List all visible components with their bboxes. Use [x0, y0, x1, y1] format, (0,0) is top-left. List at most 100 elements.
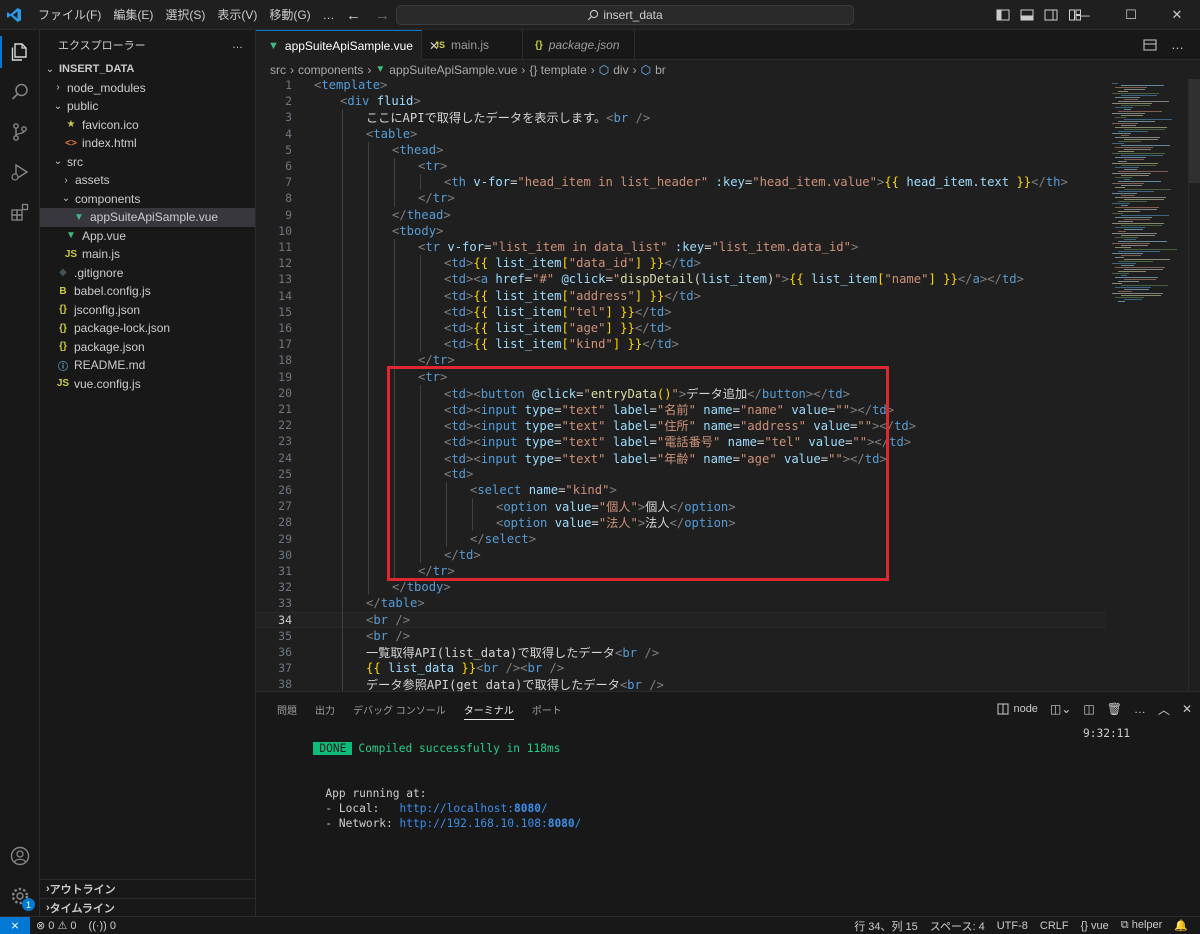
tree-item-public[interactable]: ⌄ public — [40, 97, 255, 116]
problems-status[interactable]: ⊗ 0 ⚠ 0 — [30, 919, 83, 932]
code-line[interactable]: 1 <template> — [256, 79, 1106, 93]
breadcrumb-br[interactable]: br — [655, 63, 666, 77]
breadcrumb-src[interactable]: src — [270, 63, 286, 77]
toggle-secondary-sidebar-icon[interactable] — [1044, 8, 1058, 22]
extensions-icon[interactable] — [0, 192, 40, 232]
tree-item-package-lock-json[interactable]: {} package-lock.json — [40, 319, 255, 338]
breadcrumb-div[interactable]: div — [613, 63, 628, 77]
tab-debug-console[interactable]: デバッグ コンソール — [344, 692, 455, 726]
toggle-sidebar-icon[interactable] — [996, 8, 1010, 22]
command-center-search[interactable]: insert_data — [396, 5, 854, 25]
tab-main-js[interactable]: JS main.js — [422, 30, 523, 60]
split-editor-icon[interactable] — [1143, 38, 1157, 52]
split-terminal-icon[interactable]: ◫ — [1083, 702, 1094, 716]
minimize-icon[interactable]: ─ — [1062, 0, 1108, 30]
tab-terminal[interactable]: ターミナル — [455, 692, 523, 726]
indentation[interactable]: スペース: 4 — [924, 918, 991, 934]
language-mode[interactable]: {} vue — [1075, 920, 1115, 932]
breadcrumb-template[interactable]: {} template — [529, 63, 586, 77]
manage-gear-icon[interactable]: 1 — [0, 876, 40, 916]
editor-scrollbar[interactable] — [1188, 79, 1200, 691]
more-actions-icon[interactable]: … — [1171, 37, 1184, 52]
code-line[interactable]: 7 <th v-for="head_item in list_header" :k… — [256, 174, 1106, 190]
code-line[interactable]: 15 <td>{{ list_item["tel"] }}</td> — [256, 304, 1106, 320]
code-line[interactable]: 6 <tr> — [256, 158, 1106, 174]
bell-icon[interactable]: 🔔 — [1168, 919, 1194, 932]
code-line[interactable]: 38 データ参照API(get_data)で取得したデータ<br /> — [256, 676, 1106, 691]
code-line[interactable]: 2 <div fluid> — [256, 93, 1106, 109]
new-terminal-dropdown-icon[interactable]: ◫⌄ — [1050, 702, 1071, 716]
network-port[interactable]: 8080 — [548, 817, 575, 830]
tree-item-index-html[interactable]: <> index.html — [40, 134, 255, 153]
menu-selection[interactable]: 選択(S) — [159, 0, 211, 30]
tree-item-appsuiteapisample-vue[interactable]: ▼ appSuiteApiSample.vue — [40, 208, 255, 227]
code-line[interactable]: 32 </tbody> — [256, 579, 1106, 595]
network-url-suffix[interactable]: / — [575, 817, 582, 830]
tree-item-node-modules[interactable]: › node_modules — [40, 79, 255, 98]
tree-item-components[interactable]: ⌄ components — [40, 190, 255, 209]
code-line[interactable]: 14 <td>{{ list_item["address"] }}</td> — [256, 288, 1106, 304]
close-panel-icon[interactable]: ✕ — [1182, 702, 1192, 716]
chevron-up-icon[interactable]: ︿ — [1158, 701, 1170, 718]
menu-view[interactable]: 表示(V) — [211, 0, 263, 30]
breadcrumb-components[interactable]: components — [298, 63, 363, 77]
maximize-icon[interactable]: ☐ — [1108, 0, 1154, 30]
tree-item-package-json[interactable]: {} package.json — [40, 338, 255, 357]
explorer-icon[interactable] — [0, 32, 40, 72]
code-line[interactable]: 34 <br /> — [256, 611, 1106, 628]
outline-section[interactable]: › アウトライン — [40, 879, 256, 898]
close-window-icon[interactable]: ✕ — [1154, 0, 1200, 30]
code-line[interactable]: 17 <td>{{ list_item["kind"] }}</td> — [256, 336, 1106, 352]
code-line[interactable]: 37 {{ list_data }}<br /><br /> — [256, 660, 1106, 676]
tree-item-main-js[interactable]: JS main.js — [40, 245, 255, 264]
toggle-panel-icon[interactable] — [1020, 8, 1034, 22]
tree-item-assets[interactable]: › assets — [40, 171, 255, 190]
trash-icon[interactable]: 🗑 — [1107, 702, 1122, 716]
code-line[interactable]: 3 ここにAPIで取得したデータを表示します。<br /> — [256, 109, 1106, 125]
code-line[interactable]: 33 </table> — [256, 595, 1106, 611]
tree-item-app-vue[interactable]: ▼ App.vue — [40, 227, 255, 246]
scrollbar-thumb[interactable] — [1189, 79, 1200, 183]
terminal-output[interactable]: DONE Compiled successfully in 118ms 9:32:… — [273, 726, 1173, 830]
more-actions-icon[interactable]: … — [1134, 702, 1146, 716]
code-editor[interactable]: 1 <template> 2 <div fluid> 3 ここにAPIで取得したデータを表… — [256, 79, 1200, 691]
encoding[interactable]: UTF-8 — [991, 920, 1034, 932]
run-debug-icon[interactable] — [0, 152, 40, 192]
back-arrow-icon[interactable]: ← — [346, 7, 361, 24]
menu-edit[interactable]: 編集(E) — [107, 0, 159, 30]
code-line[interactable]: 36 一覧取得API(list_data)で取得したデータ<br /> — [256, 644, 1106, 660]
tab-ports[interactable]: ポート — [523, 692, 571, 726]
code-line[interactable]: 4 <table> — [256, 126, 1106, 142]
terminal-selector[interactable]: node — [997, 703, 1038, 715]
menu-more[interactable]: … — [317, 0, 341, 30]
code-line[interactable]: 16 <td>{{ list_item["age"] }}</td> — [256, 320, 1106, 336]
tree-item-vue-config-js[interactable]: JS vue.config.js — [40, 375, 255, 394]
code-line[interactable]: 5 <thead> — [256, 142, 1106, 158]
tree-item-readme-md[interactable]: ⓘ README.md — [40, 356, 255, 375]
tree-item-gitignore[interactable]: ◆ .gitignore — [40, 264, 255, 283]
network-url-prefix[interactable]: http://192.168.10.108: — [400, 817, 548, 830]
tree-item-favicon-ico[interactable]: ★ favicon.ico — [40, 116, 255, 135]
tab-output[interactable]: 出力 — [306, 692, 344, 726]
helper-status[interactable]: ⧉ helper — [1115, 919, 1169, 932]
cursor-position[interactable]: 行 34、列 15 — [848, 918, 924, 934]
code-line[interactable]: 35 <br /> — [256, 628, 1106, 644]
menu-file[interactable]: ファイル(F) — [32, 0, 107, 30]
tab-appsuiteapisample-vue[interactable]: ▼ appSuiteApiSample.vue ✕ — [256, 30, 439, 60]
source-control-icon[interactable] — [0, 112, 40, 152]
code-line[interactable]: 12 <td>{{ list_item["data_id"] }}</td> — [256, 255, 1106, 271]
menu-go[interactable]: 移動(G) — [263, 0, 316, 30]
end-of-line[interactable]: CRLF — [1034, 920, 1075, 932]
code-line[interactable]: 9 </thead> — [256, 207, 1106, 223]
tree-item-babel-config-js[interactable]: Bbabel.config.js — [40, 282, 255, 301]
tree-root-insert-data[interactable]: ⌄ INSERT_DATA — [40, 60, 255, 79]
forward-arrow-icon[interactable]: → — [375, 7, 390, 24]
code-line[interactable]: 13 <td><a href="#" @click="dispDetail(lis… — [256, 271, 1106, 287]
code-line[interactable]: 10 <tbody> — [256, 223, 1106, 239]
minimap[interactable] — [1108, 79, 1188, 691]
breadcrumb-file[interactable]: appSuiteApiSample.vue — [389, 63, 517, 77]
search-activity-icon[interactable] — [0, 72, 40, 112]
explorer-more-button[interactable]: … — [232, 39, 243, 51]
code-line[interactable]: 11 <tr v-for="list_item in data_list" :ke… — [256, 239, 1106, 255]
ports-status[interactable]: ((·)) 0 — [83, 920, 123, 932]
